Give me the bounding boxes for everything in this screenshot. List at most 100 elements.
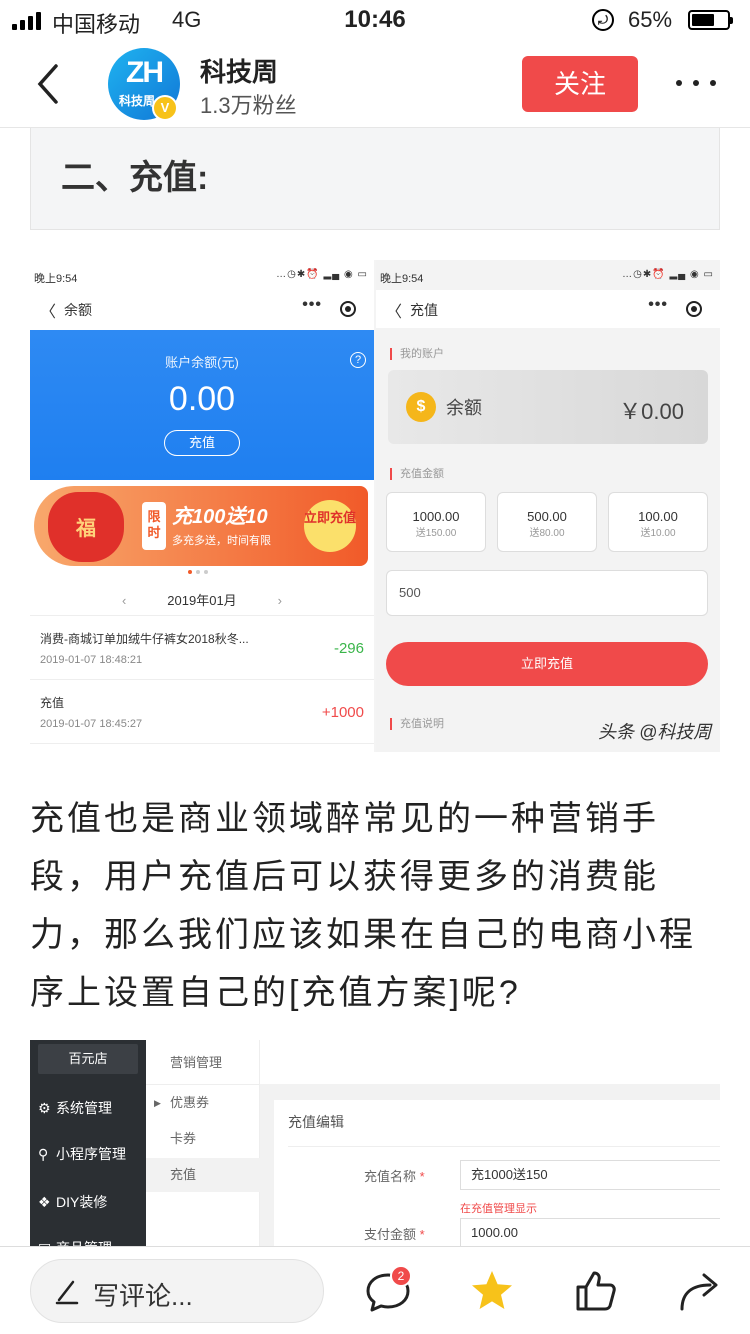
follower-count: 1.3万粉丝 — [200, 93, 297, 118]
phone-close-target-icon — [686, 301, 702, 317]
bottom-action-bar: 写评论... 2 — [0, 1246, 750, 1334]
status-bar: 中国移动 4G 10:46 ⤾ 65% — [0, 0, 750, 40]
admin-submenu-item: 充值 — [146, 1158, 260, 1192]
chevron-left-icon: ‹ — [122, 593, 127, 608]
avatar-logo-text: ZH — [126, 56, 164, 89]
phone-close-target-icon — [340, 301, 356, 317]
comment-count-badge: 2 — [390, 1265, 412, 1287]
phone-back-icon: 〈 — [386, 304, 403, 321]
admin-submenu-item: 卡券 — [146, 1122, 260, 1156]
transaction-name: 充值 — [40, 696, 65, 710]
option-bonus: 送10.00 — [640, 528, 676, 539]
promo-banner: 福 限时 充100送10 多充多送，时间有限 立即充值 — [34, 486, 368, 566]
admin-main-area: 充值编辑 充值名称 * 充1000送150 在充值管理显示 支付金额 * 100… — [260, 1084, 720, 1250]
admin-sidebar-label: DIY装修 — [56, 1194, 108, 1210]
comment-input[interactable]: 写评论... — [30, 1259, 324, 1323]
admin-shop-name: 百元店 — [38, 1044, 138, 1074]
phone-more-icon: ••• — [302, 296, 322, 313]
admin-edit-card: 充值编辑 充值名称 * 充1000送150 在充值管理显示 支付金额 * 100… — [274, 1100, 720, 1250]
option-bonus: 送150.00 — [415, 528, 457, 539]
my-account-label: 我的账户 — [390, 348, 444, 360]
account-balance-amount: ￥0.00 — [619, 399, 684, 424]
back-button[interactable] — [30, 62, 70, 106]
custom-amount-input: 500 — [386, 570, 708, 616]
rotation-lock-icon: ⤾ — [592, 9, 614, 31]
admin-submenu-item: ▶ 优惠券 — [146, 1086, 260, 1120]
help-icon: ? — [350, 352, 366, 368]
option-amount: 500.00 — [527, 509, 567, 524]
promo-recharge-button: 立即充值 — [304, 500, 356, 552]
comment-placeholder: 写评论... — [93, 1281, 193, 1311]
star-icon[interactable] — [468, 1267, 516, 1315]
recharge-description-label: 充值说明 — [390, 718, 444, 730]
transaction-amount: -296 — [333, 640, 364, 657]
phone-status-time: 晚上9:54 — [34, 273, 78, 285]
balance-recharge-button: 充值 — [164, 430, 240, 456]
recharge-option: 500.00 送80.00 — [497, 492, 597, 552]
admin-submenu-label: 充值 — [170, 1167, 197, 1182]
admin-field-label: 支付金额 * — [364, 1227, 425, 1242]
balance-screenshot: 晚上9:54 …◷✱⏰ ▂▄ ◉ ▭ 〈 余额 ••• 账户余额(元) ? 0.… — [30, 260, 374, 752]
phone-nav-title: 余额 — [64, 302, 92, 318]
admin-submenu: 营销管理 ▶ 优惠券 卡券 充值 — [146, 1040, 260, 1250]
cube-icon: ❖ — [38, 1194, 51, 1210]
admin-card-title: 充值编辑 — [288, 1114, 344, 1130]
balance-amount: 0.00 — [168, 380, 236, 418]
promo-limited-tag: 限时 — [142, 502, 166, 550]
phone-nav-title: 充值 — [410, 302, 438, 318]
article-image-recharge-screens[interactable]: 晚上9:54 …◷✱⏰ ▂▄ ◉ ▭ 〈 余额 ••• 账户余额(元) ? 0.… — [30, 260, 720, 752]
follow-button[interactable]: 关注 — [522, 56, 638, 112]
battery-icon — [688, 10, 733, 30]
account-balance-label: 余额 — [446, 398, 482, 418]
battery-percent: 65% — [628, 7, 673, 32]
month-selector: ‹ 2019年01月 › — [30, 586, 374, 616]
transaction-name: 消费-商城订单加绒牛仔裤女2018秋冬... — [40, 632, 249, 646]
more-dot-icon — [676, 80, 682, 86]
promo-headline: 充100送10 — [172, 506, 268, 528]
transaction-amount: +1000 — [321, 704, 364, 721]
transaction-time: 2019-01-07 18:45:27 — [40, 718, 143, 730]
phone-status-icons: …◷✱⏰ ▂▄ ◉ ▭ — [276, 269, 368, 280]
thumbs-up-icon[interactable] — [572, 1267, 620, 1315]
admin-sidebar-item: ⚙ 系统管理 — [38, 1098, 112, 1118]
option-bonus: 送80.00 — [529, 528, 565, 539]
admin-submenu-label: 卡券 — [170, 1131, 197, 1146]
admin-field-input: 充1000送150 — [460, 1160, 720, 1190]
admin-sidebar-item: ⚲ 小程序管理 — [38, 1144, 126, 1164]
verified-badge-icon: V — [152, 95, 178, 121]
admin-submenu-header: 营销管理 — [170, 1055, 223, 1070]
article-header: ZH 科技周 V 科技周 1.3万粉丝 关注 — [0, 40, 750, 128]
section-title: 二、充值: — [61, 159, 209, 197]
balance-label: 账户余额(元) — [165, 355, 239, 370]
article-image-admin-panel[interactable]: 百元店 ⚙ 系统管理 ⚲ 小程序管理 ❖ DIY装修 ▣ 商品管理 营销管理 ▶ 优惠券 … — [30, 1040, 720, 1250]
transaction-row: 消费-商城订单加绒牛仔裤女2018秋冬... 2019-01-07 18:48:… — [30, 618, 374, 680]
more-dot-icon — [693, 80, 699, 86]
carousel-dots — [188, 570, 208, 574]
transaction-time: 2019-01-07 18:48:21 — [40, 654, 143, 666]
chevron-right-icon: › — [277, 593, 282, 608]
more-options-button[interactable] — [672, 68, 722, 98]
phone-back-icon: 〈 — [40, 304, 57, 321]
option-amount: 100.00 — [638, 509, 678, 524]
share-icon[interactable] — [676, 1267, 724, 1315]
admin-sidebar: 百元店 ⚙ 系统管理 ⚲ 小程序管理 ❖ DIY装修 ▣ 商品管理 — [30, 1040, 146, 1250]
account-balance-card: $ 余额 ￥0.00 — [388, 370, 708, 444]
admin-field-hint: 在充值管理显示 — [460, 1203, 537, 1215]
recharge-option: 100.00 送10.00 — [608, 492, 708, 552]
section-heading-box: 二、充值: — [30, 128, 720, 230]
more-dot-icon — [710, 80, 716, 86]
coin-icon: $ — [406, 392, 436, 422]
phone-status-icons: …◷✱⏰ ▂▄ ◉ ▭ — [622, 269, 714, 280]
admin-field-label: 充值名称 * — [364, 1169, 425, 1184]
image-watermark: 头条 @科技周 — [598, 722, 712, 742]
recharge-amount-label: 充值金额 — [390, 468, 444, 480]
author-name[interactable]: 科技周 — [200, 52, 278, 89]
recharge-submit-button: 立即充值 — [386, 642, 708, 686]
admin-sidebar-item: ❖ DIY装修 — [38, 1192, 107, 1212]
option-amount: 1000.00 — [412, 509, 460, 524]
admin-field-input: 1000.00 — [460, 1218, 720, 1248]
pen-icon — [55, 1280, 79, 1305]
article-paragraph: 充值也是商业领域醉常见的一种营销手段，用户充值后可以获得更多的消费能力，那么我们… — [30, 800, 696, 1012]
transaction-row: 充值 2019-01-07 18:45:27 +1000 — [30, 682, 374, 744]
recharge-option: 1000.00 送150.00 — [386, 492, 486, 552]
